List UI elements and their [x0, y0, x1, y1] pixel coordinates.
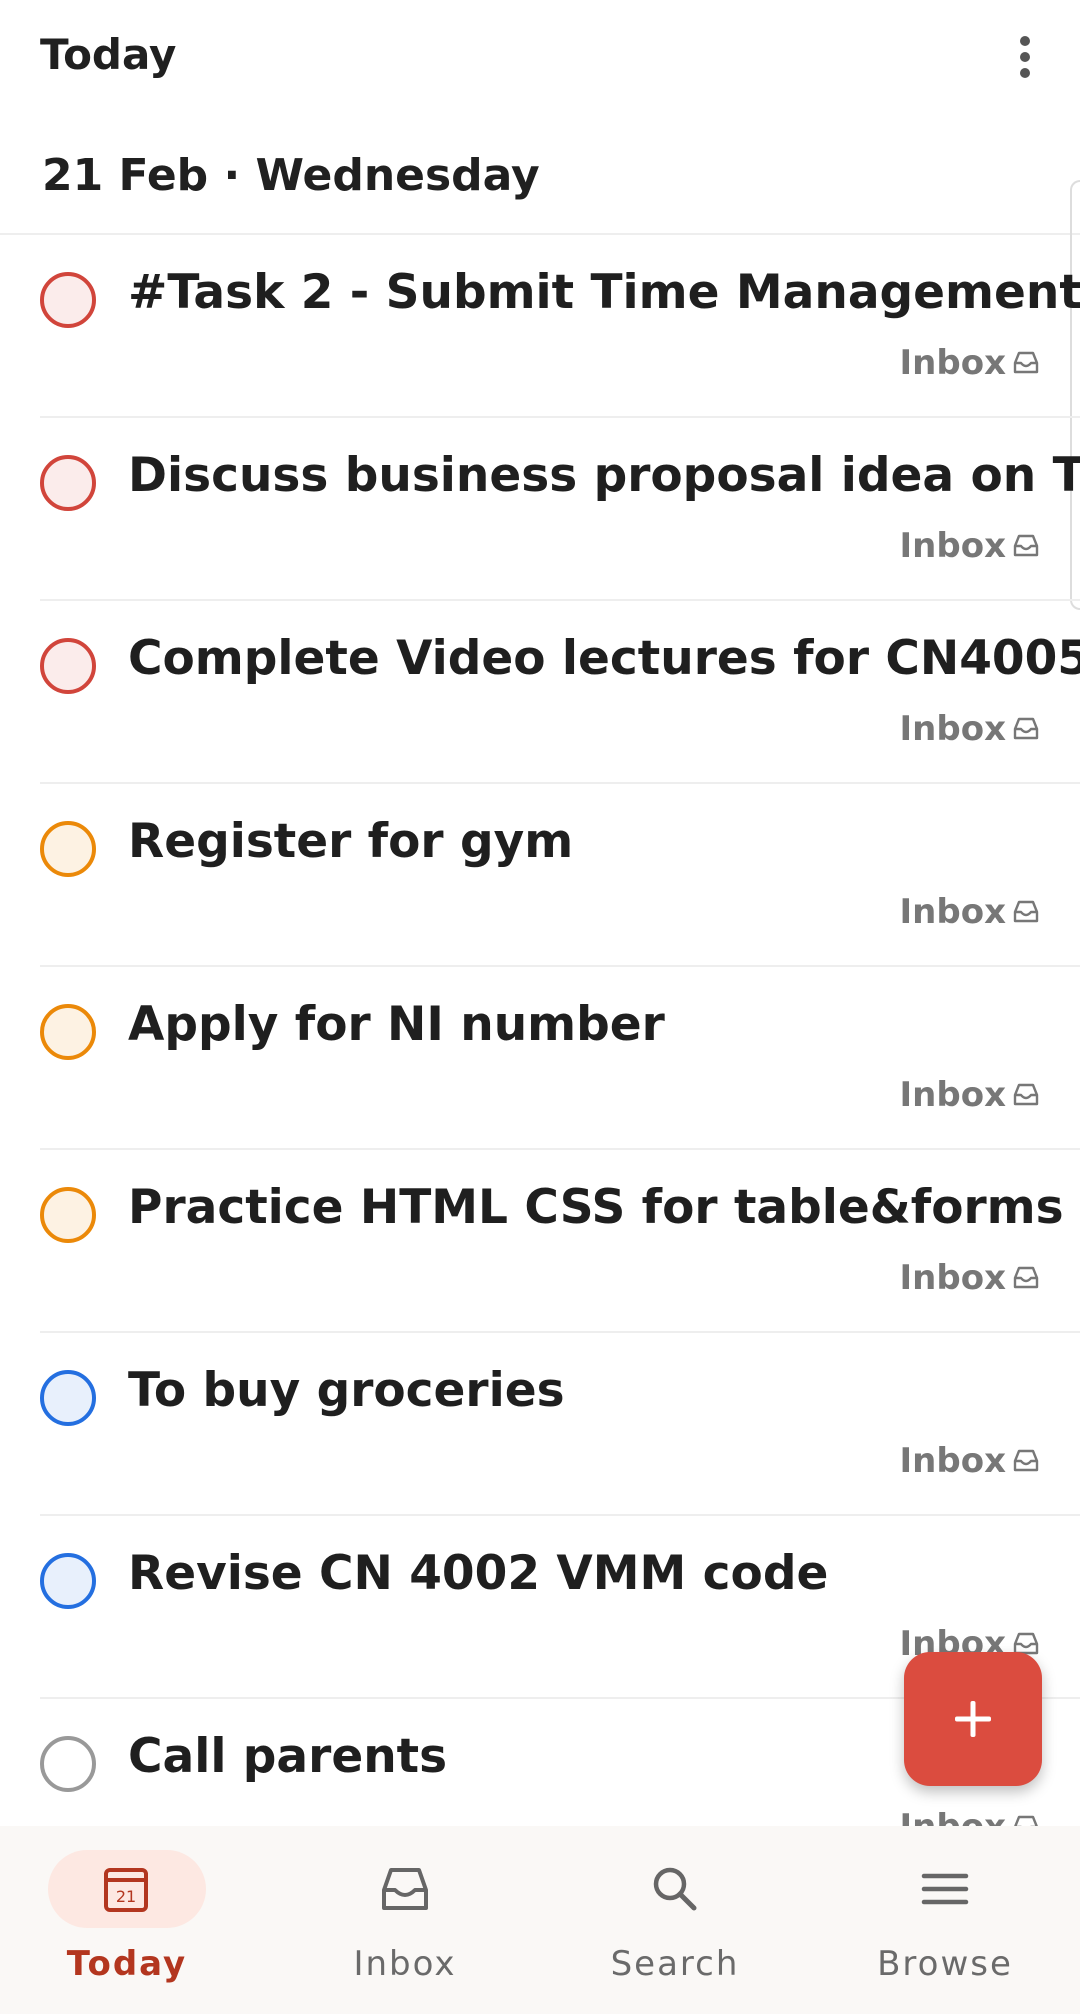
task-item[interactable]: Complete Video lectures for CN4005 Inbox [40, 601, 1080, 784]
nav-inbox[interactable]: Inbox [270, 1826, 540, 2014]
inbox-tray-icon [1013, 900, 1039, 923]
search-icon [653, 1867, 697, 1911]
app-root: Today 21 Feb · Wednesday #Task 2 - Submi… [0, 0, 1080, 2014]
task-project: Inbox [900, 892, 1040, 932]
task-project: Inbox [900, 526, 1040, 566]
nav-search[interactable]: Search [540, 1826, 810, 2014]
task-list: #Task 2 - Submit Time Management plan In… [0, 235, 1080, 1882]
bottom-navigation: 21 Today Inbox Search Browse [0, 1826, 1080, 2014]
task-title: To buy groceries [128, 1363, 565, 1418]
inbox-tray-icon [1013, 351, 1039, 374]
task-item[interactable]: Discuss business proposal idea on Teams … [40, 418, 1080, 601]
plus-icon [955, 1701, 991, 1737]
nav-browse[interactable]: Browse [810, 1826, 1080, 2014]
inbox-tray-icon [1013, 1266, 1039, 1289]
nav-search-label: Search [610, 1944, 740, 1984]
task-project-label: Inbox [899, 526, 1006, 566]
nav-browse-label: Browse [877, 1944, 1013, 1984]
task-project: Inbox [900, 1258, 1040, 1298]
more-options-button[interactable] [990, 22, 1060, 92]
task-title: Revise CN 4002 VMM code [128, 1546, 829, 1601]
svg-text:21: 21 [116, 1887, 136, 1906]
task-item[interactable]: #Task 2 - Submit Time Management plan In… [40, 235, 1080, 418]
task-project-label: Inbox [899, 892, 1006, 932]
task-checkbox[interactable] [40, 1187, 96, 1243]
task-title: Register for gym [128, 814, 574, 869]
inbox-tray-icon [1013, 717, 1039, 740]
task-project-label: Inbox [899, 709, 1006, 749]
inbox-tray-icon [1013, 1449, 1039, 1472]
page-title: Today [40, 30, 177, 79]
task-checkbox[interactable] [40, 1004, 96, 1060]
task-checkbox[interactable] [40, 455, 96, 511]
task-project-label: Inbox [899, 1075, 1006, 1115]
task-item[interactable]: To buy groceries Inbox [40, 1333, 1080, 1516]
task-item[interactable]: Register for gym Inbox [40, 784, 1080, 967]
nav-today-label: Today [66, 1944, 188, 1984]
task-checkbox[interactable] [40, 1736, 96, 1792]
task-project-label: Inbox [899, 1258, 1006, 1298]
nav-inbox-label: Inbox [353, 1944, 457, 1984]
task-title: Complete Video lectures for CN4005 [128, 631, 1080, 686]
nav-today[interactable]: 21 Today [0, 1826, 270, 2014]
task-project-label: Inbox [899, 343, 1006, 383]
calendar-icon: 21 [104, 1868, 148, 1912]
inbox-tray-icon [1013, 1083, 1039, 1106]
inbox-tray-icon [1013, 534, 1039, 557]
task-item[interactable]: Apply for NI number Inbox [40, 967, 1080, 1150]
task-checkbox[interactable] [40, 272, 96, 328]
task-checkbox[interactable] [40, 1370, 96, 1426]
add-task-button[interactable] [904, 1652, 1042, 1786]
task-project-label: Inbox [899, 1441, 1006, 1481]
task-checkbox[interactable] [40, 821, 96, 877]
task-title: Practice HTML CSS for table&forms [128, 1180, 1064, 1235]
task-project: Inbox [900, 1441, 1040, 1481]
task-checkbox[interactable] [40, 638, 96, 694]
date-section-header: 21 Feb · Wednesday [42, 150, 540, 201]
task-project: Inbox [900, 1075, 1040, 1115]
task-project: Inbox [900, 709, 1040, 749]
inbox-tray-icon [382, 1868, 428, 1910]
task-checkbox[interactable] [40, 1553, 96, 1609]
top-bar: Today [0, 0, 1080, 118]
task-title: #Task 2 - Submit Time Management plan [128, 265, 1080, 320]
task-title: Apply for NI number [128, 997, 665, 1052]
task-project: Inbox [900, 343, 1040, 383]
menu-icon [921, 1873, 969, 1905]
task-title: Discuss business proposal idea on Teams [128, 448, 1080, 503]
task-item[interactable]: Practice HTML CSS for table&forms Inbox [40, 1150, 1080, 1333]
more-vertical-icon [1020, 36, 1030, 46]
